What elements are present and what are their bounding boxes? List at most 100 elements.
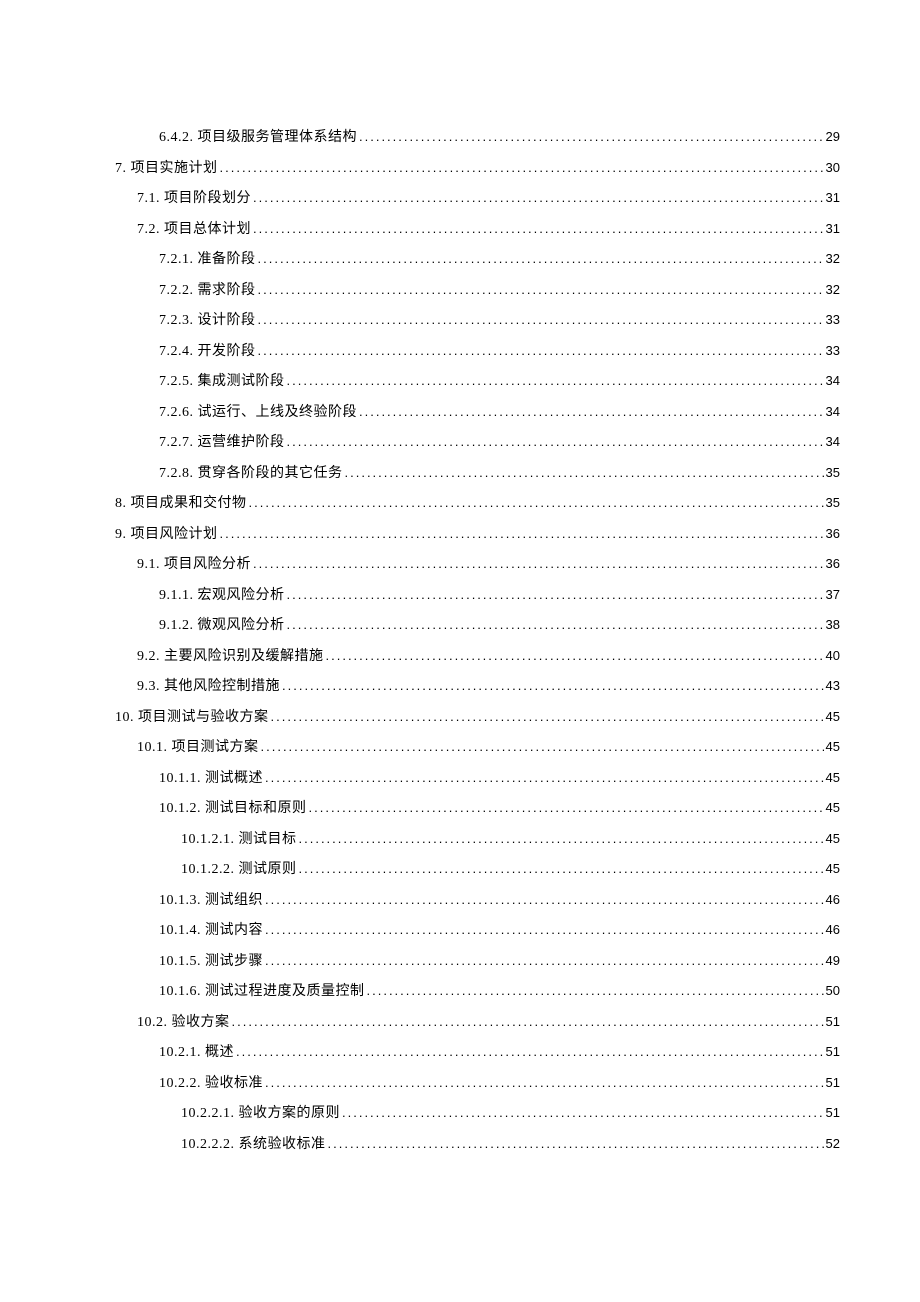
toc-entry[interactable]: 9.1.2. 微观风险分析38 [115,618,840,633]
toc-entry[interactable]: 10.1.6. 测试过程进度及质量控制50 [115,984,840,999]
toc-entry-title: 10.2.2.2. 系统验收标准 [181,1138,326,1152]
toc-leader [282,679,824,692]
toc-leader [326,649,824,662]
toc-entry[interactable]: 7.2.7. 运营维护阶段34 [115,435,840,450]
toc-entry-page: 43 [826,679,840,692]
toc-entry-page: 51 [826,1106,840,1119]
toc-entry-title: 9.3. 其他风险控制措施 [137,680,280,694]
toc-entry-page: 45 [826,862,840,875]
toc-leader [258,344,824,357]
toc-leader [253,191,824,204]
toc-entry[interactable]: 9.3. 其他风险控制措施 43 [115,679,840,694]
toc-entry-page: 34 [826,405,840,418]
toc-leader [287,618,824,631]
toc-entry-title: 7.2.8. 贯穿各阶段的其它任务 [159,467,343,481]
toc-entry-page: 46 [826,923,840,936]
toc-leader [265,893,824,906]
toc-leader [265,923,824,936]
toc-entry[interactable]: 7.2.4. 开发阶段33 [115,344,840,359]
toc-entry[interactable]: 7.1. 项目阶段划分 31 [115,191,840,206]
toc-entry[interactable]: 10.1.2.1. 测试目标45 [115,832,840,847]
toc-entry-page: 29 [826,130,840,143]
toc-entry-title: 7.2.4. 开发阶段 [159,345,256,359]
toc-entry[interactable]: 10.2.2. 验收标准 51 [115,1076,840,1091]
toc-entry[interactable]: 7. 项目实施计划30 [115,161,840,176]
toc-entry-title: 10.1.2.2. 测试原则 [181,863,297,877]
toc-entry[interactable]: 7.2.8. 贯穿各阶段的其它任务 35 [115,466,840,481]
toc-entry[interactable]: 10.1.1. 测试概述45 [115,771,840,786]
toc-leader [253,557,824,570]
toc-entry[interactable]: 10.2.2.1. 验收方案的原则 51 [115,1106,840,1121]
toc-entry[interactable]: 10.1.5. 测试步骤 49 [115,954,840,969]
toc-entry-title: 10.1.2.1. 测试目标 [181,833,297,847]
toc-leader [359,405,824,418]
toc-leader [299,832,824,845]
toc-entry[interactable]: 9.2. 主要风险识别及缓解措施 40 [115,649,840,664]
toc-leader [367,984,824,997]
toc-list: 6.4.2. 项目级服务管理体系结构29 7. 项目实施计划30 7.1. 项目阶段… [115,130,840,1152]
toc-entry[interactable]: 10.2. 验收方案 51 [115,1015,840,1030]
toc-entry[interactable]: 10.1.2. 测试目标和原则45 [115,801,840,816]
toc-entry-title: 10.1.3. 测试组织 [159,894,263,908]
toc-entry[interactable]: 10.1.3. 测试组织46 [115,893,840,908]
toc-entry-page: 36 [826,527,840,540]
toc-entry[interactable]: 10.2.2.2. 系统验收标准52 [115,1137,840,1152]
toc-entry[interactable]: 9.1. 项目风险分析36 [115,557,840,572]
toc-entry-title: 7.2.3. 设计阶段 [159,314,256,328]
toc-entry-title: 10.1.5. 测试步骤 [159,955,263,969]
toc-leader [220,527,824,540]
toc-entry[interactable]: 10. 项目测试与验收方案45 [115,710,840,725]
toc-entry-page: 51 [826,1076,840,1089]
toc-entry[interactable]: 7.2.2. 需求阶段32 [115,283,840,298]
toc-entry[interactable]: 9. 项目风险计划36 [115,527,840,542]
toc-entry-title: 9.1. 项目风险分析 [137,558,251,572]
toc-leader [287,374,824,387]
toc-entry[interactable]: 7.2.1. 准备阶段32 [115,252,840,267]
toc-entry-page: 38 [826,618,840,631]
toc-leader [328,1137,824,1150]
toc-entry-title: 10.2.2.1. 验收方案的原则 [181,1107,340,1121]
toc-entry-title: 7.2.6. 试运行、上线及终验阶段 [159,406,357,420]
toc-entry-page: 45 [826,801,840,814]
toc-entry[interactable]: 7.2.5. 集成测试阶段34 [115,374,840,389]
toc-entry[interactable]: 10.1. 项目测试方案45 [115,740,840,755]
toc-leader [232,1015,824,1028]
toc-page: 6.4.2. 项目级服务管理体系结构29 7. 项目实施计划30 7.1. 项目阶段… [0,0,920,1267]
toc-leader [309,801,824,814]
toc-entry-title: 10.2.2. 验收标准 [159,1077,263,1091]
toc-entry-title: 10.1.6. 测试过程进度及质量控制 [159,985,365,999]
toc-entry[interactable]: 8. 项目成果和交付物35 [115,496,840,511]
toc-entry-page: 49 [826,954,840,967]
toc-entry-page: 34 [826,435,840,448]
toc-entry-page: 51 [826,1045,840,1058]
toc-entry-page: 51 [826,1015,840,1028]
toc-leader [287,588,824,601]
toc-entry-page: 35 [826,466,840,479]
toc-entry-title: 10.1.1. 测试概述 [159,772,263,786]
toc-entry-title: 10.1.4. 测试内容 [159,924,263,938]
toc-leader [265,1076,824,1089]
toc-entry-page: 31 [826,191,840,204]
toc-entry-page: 32 [826,283,840,296]
toc-entry-title: 8. 项目成果和交付物 [115,497,247,511]
toc-entry-page: 40 [826,649,840,662]
toc-leader [249,496,824,509]
toc-entry[interactable]: 6.4.2. 项目级服务管理体系结构29 [115,130,840,145]
toc-leader [258,283,824,296]
toc-entry[interactable]: 10.1.4. 测试内容 46 [115,923,840,938]
toc-entry-title: 9.2. 主要风险识别及缓解措施 [137,650,324,664]
toc-entry-title: 7.2. 项目总体计划 [137,223,251,237]
toc-leader [299,862,824,875]
toc-entry-title: 7.2.1. 准备阶段 [159,253,256,267]
toc-entry-title: 7.1. 项目阶段划分 [137,192,251,206]
toc-entry[interactable]: 7.2. 项目总体计划31 [115,222,840,237]
toc-entry[interactable]: 7.2.6. 试运行、上线及终验阶段 34 [115,405,840,420]
toc-entry[interactable]: 10.1.2.2. 测试原则 45 [115,862,840,877]
toc-leader [265,954,824,967]
toc-entry-page: 45 [826,710,840,723]
toc-entry[interactable]: 7.2.3. 设计阶段33 [115,313,840,328]
toc-entry-title: 10.2. 验收方案 [137,1016,230,1030]
toc-leader [265,771,824,784]
toc-entry[interactable]: 9.1.1. 宏观风险分析37 [115,588,840,603]
toc-entry[interactable]: 10.2.1. 概述51 [115,1045,840,1060]
